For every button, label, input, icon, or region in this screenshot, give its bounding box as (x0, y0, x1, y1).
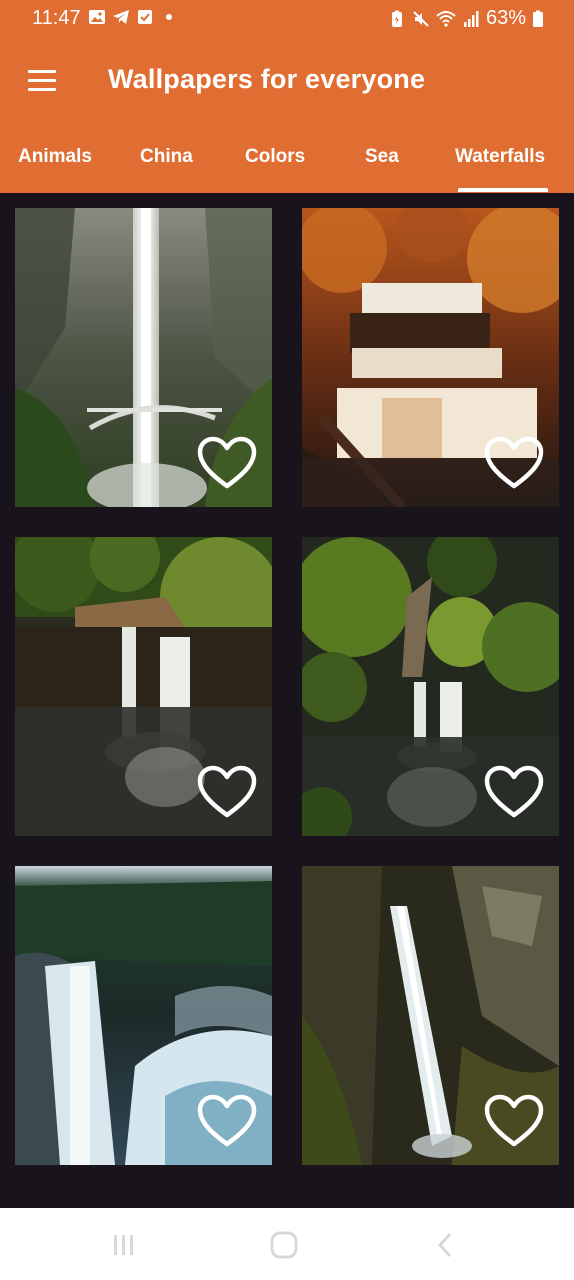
tab-sea[interactable]: Sea (365, 146, 399, 168)
menu-button[interactable] (20, 62, 64, 98)
wallpaper-card-3[interactable] (15, 537, 272, 836)
favorite-heart-icon[interactable] (483, 435, 545, 491)
top-app-header: 11:47 63% Wallpapers for everyone Animal… (0, 0, 574, 193)
favorite-heart-icon[interactable] (196, 1093, 258, 1149)
hamburger-icon (28, 70, 56, 73)
wallpaper-card-2[interactable] (302, 208, 559, 507)
tasks-notification-icon (138, 10, 152, 24)
wallpaper-card-1[interactable] (15, 208, 272, 507)
category-tabs: Animals China Colors Sea Waterfalls (0, 138, 574, 193)
battery-percent: 63% (485, 7, 526, 29)
gallery-notification-icon (89, 10, 105, 24)
battery-icon (533, 10, 543, 27)
signal-icon (463, 10, 479, 27)
favorite-heart-icon[interactable] (196, 435, 258, 491)
selected-tab-indicator (458, 188, 548, 192)
wallpaper-card-5[interactable] (15, 866, 272, 1165)
favorite-heart-icon[interactable] (483, 764, 545, 820)
tab-colors[interactable]: Colors (245, 146, 305, 168)
system-navigation-bar (0, 1208, 574, 1280)
status-time: 11:47 (32, 7, 81, 29)
mute-icon (413, 10, 429, 27)
favorite-heart-icon[interactable] (483, 1093, 545, 1149)
status-system-icons: 63% (388, 7, 544, 30)
battery-saver-icon (391, 10, 402, 27)
home-icon[interactable] (269, 1230, 299, 1260)
wifi-icon (436, 10, 456, 27)
more-notifications-dot-icon (166, 14, 172, 20)
page-title: Wallpapers for everyone (108, 64, 426, 94)
telegram-notification-icon (113, 10, 129, 24)
app-bar: Wallpapers for everyone (0, 48, 574, 112)
back-icon[interactable] (431, 1230, 461, 1260)
wallpaper-card-6[interactable] (302, 866, 559, 1165)
tab-animals[interactable]: Animals (18, 146, 92, 168)
recent-apps-icon[interactable] (109, 1230, 139, 1260)
status-bar: 11:47 63% (0, 0, 574, 38)
status-notification-icons (88, 8, 172, 26)
tab-waterfalls[interactable]: Waterfalls (455, 146, 545, 168)
favorite-heart-icon[interactable] (196, 764, 258, 820)
wallpaper-card-4[interactable] (302, 537, 559, 836)
tab-china[interactable]: China (140, 146, 193, 168)
